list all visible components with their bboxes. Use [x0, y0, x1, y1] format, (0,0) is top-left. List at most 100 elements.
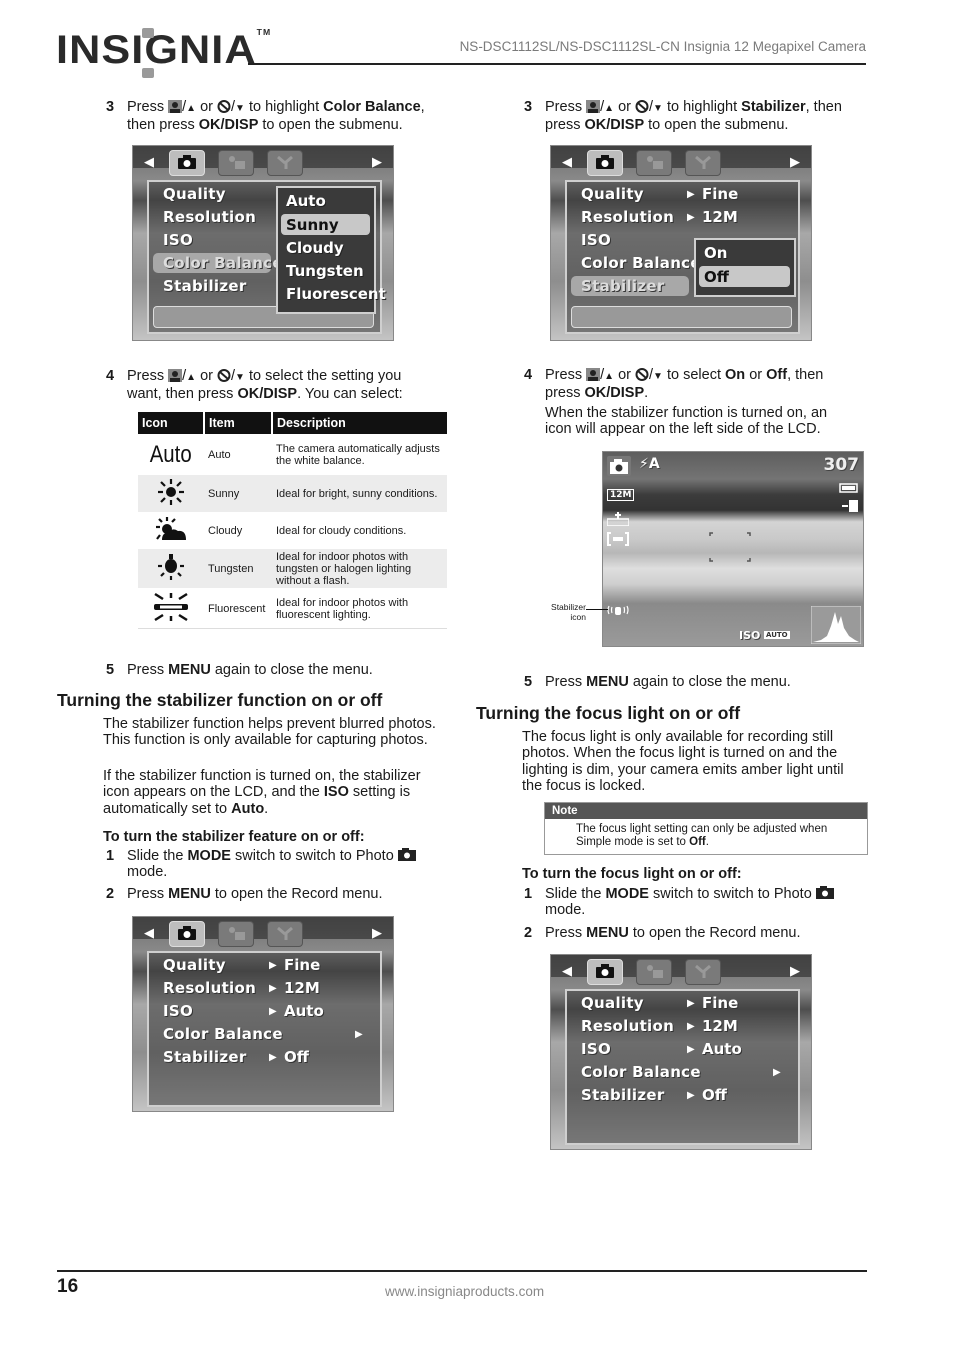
tab-setup	[685, 150, 721, 176]
scene-icon	[647, 156, 663, 169]
down-arrow-icon: ▼	[235, 372, 245, 383]
up-arrow-icon: ▲	[186, 103, 197, 114]
menu-item-iso: ISO	[163, 231, 194, 249]
flash-auto-icon: ⚡A	[639, 456, 660, 472]
menu-item-quality: Quality	[163, 956, 226, 974]
submenu-option-tungsten: Tungsten	[286, 262, 364, 280]
logo-mark-top	[142, 28, 154, 38]
tab-scene	[636, 959, 672, 985]
left-proc-step-1: 1 Slide the MODE switch to switch to Pho…	[106, 848, 446, 880]
col-header-description: Description	[272, 412, 447, 435]
left-arrow-icon: ◀	[562, 964, 572, 979]
menu-value-quality: Fine	[702, 185, 739, 203]
submenu-option-cloudy: Cloudy	[286, 239, 344, 257]
up-arrow-icon: ▲	[604, 103, 615, 114]
down-arrow-icon: ▼	[653, 371, 663, 382]
menu-item-quality: Quality	[581, 185, 644, 203]
menu-item-resolution: Resolution	[163, 979, 257, 997]
exposure-icon	[607, 512, 629, 526]
self-timer-icon	[217, 100, 231, 113]
wrench-icon	[695, 155, 711, 169]
table-row: Sunny Ideal for bright, sunny conditions…	[138, 474, 447, 513]
iso-auto-badge: AUTO	[764, 631, 790, 639]
sun-icon	[158, 479, 184, 505]
memory-card-icon	[842, 500, 858, 512]
menu-item-quality: Quality	[163, 185, 226, 203]
battery-icon	[839, 483, 858, 493]
menu-value-stabilizer: Off	[284, 1048, 309, 1066]
camera-icon	[815, 886, 834, 899]
color-balance-submenu: Auto Sunny Cloudy Tungsten Fluorescent	[276, 186, 386, 314]
focus-light-paragraph: The focus light is only available for re…	[522, 729, 844, 794]
resolution-indicator: 12M	[607, 489, 635, 501]
face-detect-icon	[586, 100, 601, 113]
left-step-3: 3 Press /▲ or /▼ to highlight Color Bala…	[106, 99, 425, 133]
face-detect-icon	[586, 368, 601, 381]
stabilizer-callout-label: Stabilizer icon	[551, 602, 586, 622]
menu-item-stabilizer: Stabilizer	[163, 1048, 247, 1066]
tab-camera	[587, 150, 623, 176]
note-title: Note	[545, 803, 867, 819]
auto-text-icon: Auto	[150, 440, 192, 468]
scene-icon	[229, 927, 245, 940]
col-header-icon: Icon	[138, 412, 205, 435]
focus-light-procedure-heading: To turn the focus light on or off:	[522, 866, 742, 882]
menu-item-resolution: Resolution	[581, 208, 675, 226]
record-menu: Quality ▶ Fine Resolution ▶ 12M ISO ▶ Auto …	[147, 951, 382, 1107]
tab-scene	[218, 921, 254, 947]
menu-item-resolution: Resolution	[581, 1017, 675, 1035]
footer-rule	[57, 1270, 867, 1272]
table-header-row: Icon Item Description	[138, 412, 447, 435]
menu-value-resolution: 12M	[702, 208, 738, 226]
scene-icon	[229, 156, 245, 169]
lcd-preview: ⚡A 307 12M ISO AUTO	[602, 451, 864, 647]
tab-camera	[587, 959, 623, 985]
submenu-option-fluorescent: Fluorescent	[286, 285, 386, 303]
camera-screen-record-menu: ◀ ▶ Quality ▶ Fine Resolution ▶ 12M ISO ▶ A…	[550, 954, 812, 1150]
table-row: Tungsten Ideal for indoor photos with tu…	[138, 548, 447, 589]
left-arrow-icon: ◀	[562, 155, 572, 170]
stabilizer-paragraph-1: The stabilizer function helps prevent bl…	[103, 716, 436, 749]
menu-value-iso: Auto	[702, 1040, 742, 1058]
menu-item-stabilizer: Stabilizer	[163, 277, 247, 295]
camera-icon	[596, 964, 614, 978]
cloud-sun-icon	[156, 517, 186, 540]
camera-mode-icon	[607, 456, 631, 476]
scene-icon	[647, 965, 663, 978]
self-timer-icon	[635, 368, 649, 381]
iso-label: ISO	[739, 629, 761, 642]
menu-item-color-balance: Color Balance	[163, 254, 283, 272]
footer-url: www.insigniaproducts.com	[385, 1284, 545, 1299]
tab-scene	[218, 150, 254, 176]
right-proc-step-1: 1 Slide the MODE switch to switch to Pho…	[524, 886, 864, 918]
up-arrow-icon: ▲	[186, 372, 197, 383]
menu-item-stabilizer: Stabilizer	[581, 1086, 665, 1104]
camera-icon	[178, 155, 196, 169]
col-header-item: Item	[204, 412, 273, 435]
tab-camera	[169, 150, 205, 176]
self-timer-icon	[217, 369, 231, 382]
shots-remaining: 307	[823, 455, 860, 475]
histogram	[811, 606, 861, 644]
callout-line	[586, 609, 608, 610]
face-detect-icon	[168, 369, 183, 382]
page-number: 16	[57, 1276, 79, 1297]
right-arrow-icon: ▶	[372, 155, 382, 170]
camera-icon	[178, 926, 196, 940]
left-proc-step-2: 2 Press MENU to open the Record menu.	[106, 886, 383, 902]
right-step-4: 4 Press /▲ or /▼ to select On or Off, th…	[524, 367, 824, 401]
note-body: The focus light setting can only be adju…	[576, 823, 828, 848]
menu-item-color-balance: Color Balance	[581, 1063, 701, 1081]
left-arrow-icon: ◀	[144, 155, 154, 170]
focus-frame	[709, 532, 751, 562]
submenu-option-auto: Auto	[286, 192, 326, 210]
logo-mark-bottom	[142, 68, 154, 78]
submenu-option-on: On	[704, 244, 728, 262]
stabilizer-paragraph-2: If the stabilizer function is turned on,…	[103, 768, 421, 817]
tab-camera	[169, 921, 205, 947]
tab-setup	[685, 959, 721, 985]
right-arrow-icon: ▶	[372, 926, 382, 941]
left-step-4: 4 Press /▲ or /▼ to select the setting y…	[106, 368, 403, 402]
right-arrow-icon: ▶	[790, 964, 800, 979]
menu-item-color-balance: Color Balance	[581, 254, 701, 272]
